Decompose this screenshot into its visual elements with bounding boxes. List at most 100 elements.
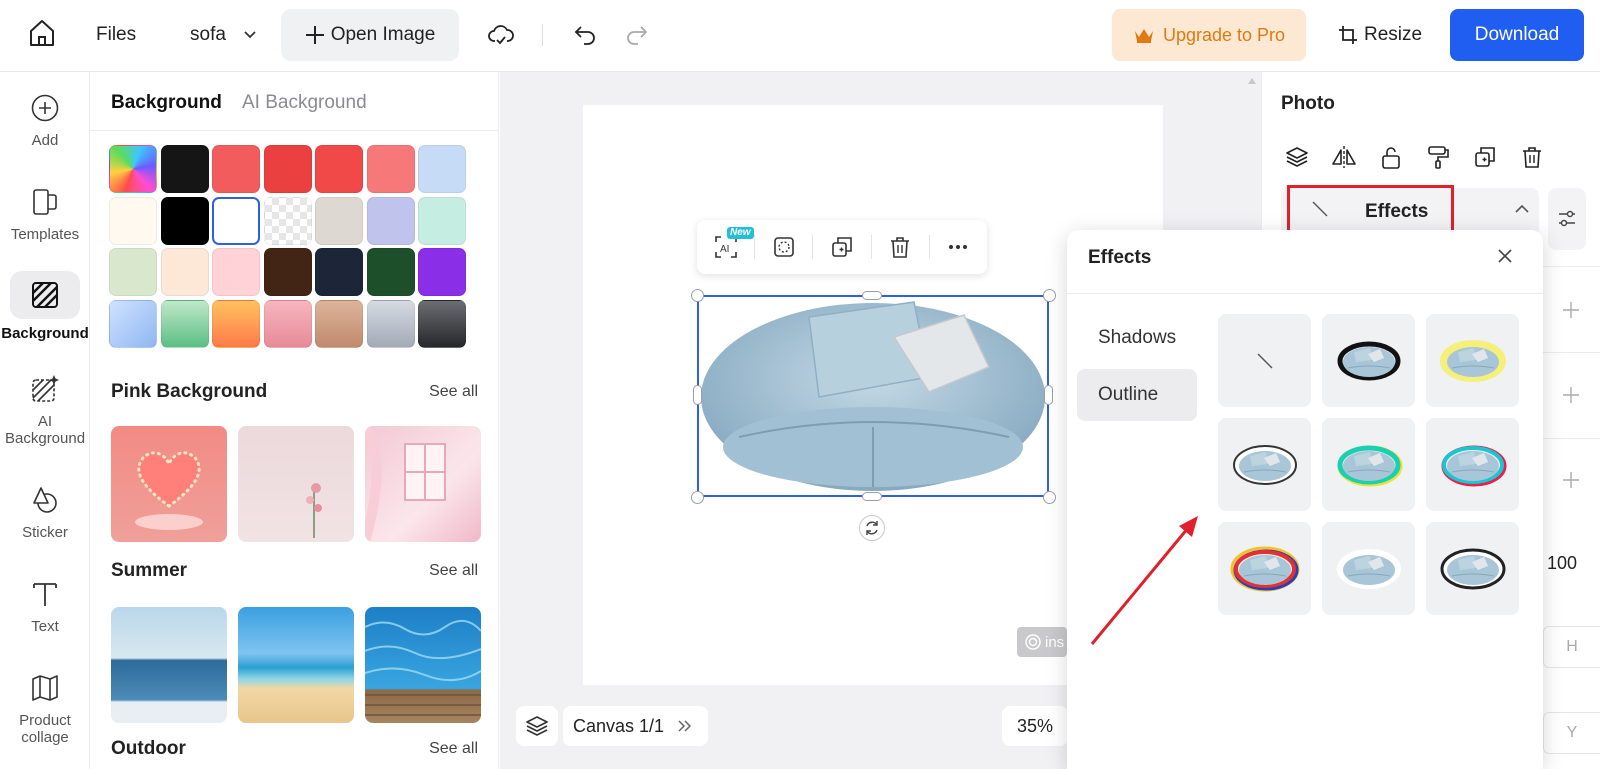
color-swatch[interactable] [315, 248, 363, 296]
home-icon[interactable] [28, 18, 56, 48]
resize-button[interactable]: Resize [1338, 9, 1422, 61]
summer-pool-thumbnail[interactable] [365, 607, 481, 723]
nav-item-ai-background[interactable]: AI Background [0, 371, 90, 447]
color-swatch[interactable] [212, 145, 260, 193]
nav-item-background[interactable]: Background [0, 271, 90, 342]
color-swatch[interactable] [160, 196, 209, 245]
color-swatch[interactable] [160, 248, 209, 296]
color-swatch[interactable] [160, 299, 209, 348]
resize-handle-left[interactable] [693, 385, 702, 405]
effect-option-none[interactable] [1218, 314, 1311, 407]
redo-icon[interactable] [625, 22, 649, 46]
remove-background-button[interactable] [755, 220, 812, 274]
resize-handle-bottom[interactable] [862, 492, 882, 501]
color-swatch[interactable] [109, 145, 157, 193]
color-swatch[interactable] [109, 299, 157, 348]
color-swatch[interactable] [418, 248, 466, 296]
nav-item-templates[interactable]: Templates [0, 184, 90, 243]
resize-handle-top[interactable] [862, 291, 882, 300]
color-swatch[interactable] [315, 299, 363, 348]
open-image-button[interactable]: Open Image [281, 9, 459, 61]
upgrade-to-pro-button[interactable]: Upgrade to Pro [1112, 9, 1306, 61]
zoom-level[interactable]: 35% [1002, 706, 1068, 746]
add-effect-plus-icon[interactable] [1558, 297, 1584, 323]
resize-handle-bottom-right[interactable] [1043, 491, 1056, 504]
ai-tools-button[interactable]: AI New [697, 220, 754, 274]
add-effect-plus-icon[interactable] [1558, 467, 1584, 493]
color-swatch[interactable] [109, 196, 157, 245]
color-swatch[interactable] [263, 145, 312, 193]
tab-ai-background[interactable]: AI Background [242, 92, 367, 114]
color-swatch[interactable] [160, 145, 209, 193]
color-swatch[interactable] [366, 145, 415, 193]
more-options-button[interactable] [930, 220, 987, 274]
tab-shadows[interactable]: Shadows [1077, 312, 1197, 364]
effect-option-dark-outline[interactable] [1426, 522, 1519, 615]
files-menu[interactable]: Files [96, 24, 136, 46]
layers-order-icon[interactable] [1283, 143, 1311, 171]
see-all-outdoor-link[interactable]: See all [429, 740, 478, 758]
flip-icon[interactable] [1330, 143, 1358, 171]
download-button[interactable]: Download [1450, 9, 1584, 61]
lock-icon[interactable] [1377, 143, 1405, 171]
color-swatch[interactable] [212, 248, 260, 296]
adjustments-button[interactable] [1548, 188, 1586, 250]
effect-option-rainbow-outline[interactable] [1218, 522, 1311, 615]
tab-background[interactable]: Background [111, 92, 222, 114]
color-swatch[interactable] [263, 248, 312, 296]
canvas-pager[interactable]: Canvas 1/1 [563, 706, 708, 746]
pink-flower-thumbnail[interactable] [238, 426, 354, 542]
y-position-field[interactable]: Y [1543, 712, 1600, 754]
resize-handle-top-right[interactable] [1043, 289, 1056, 302]
effect-option-black-outline[interactable] [1322, 314, 1415, 407]
effect-option-white-outline[interactable] [1322, 522, 1415, 615]
cloud-save-icon[interactable] [488, 22, 514, 48]
add-effect-plus-icon[interactable] [1558, 382, 1584, 408]
opacity-value[interactable]: 100 [1547, 553, 1577, 574]
height-field[interactable]: H [1543, 626, 1600, 668]
resize-handle-bottom-left[interactable] [691, 491, 704, 504]
tab-outline[interactable]: Outline [1077, 369, 1197, 421]
see-all-summer-link[interactable]: See all [429, 562, 478, 580]
color-swatch[interactable] [366, 248, 415, 296]
rotate-handle[interactable] [859, 515, 885, 541]
paint-roller-icon[interactable] [1424, 143, 1452, 171]
scroll-up-arrow[interactable] [1248, 78, 1256, 84]
filename-dropdown[interactable]: sofa [190, 24, 256, 46]
duplicate-layer-icon[interactable] [1471, 143, 1499, 171]
effect-option-thin-outline[interactable] [1218, 418, 1311, 511]
duplicate-button[interactable] [813, 220, 870, 274]
color-swatch[interactable] [366, 299, 415, 348]
summer-sea-thumbnail[interactable] [111, 607, 227, 723]
effect-option-multicolor-outline[interactable] [1322, 418, 1415, 511]
color-swatch[interactable] [418, 145, 466, 193]
effect-option-cyan-red-outline[interactable] [1426, 418, 1519, 511]
nav-item-text[interactable]: Text [0, 576, 90, 635]
color-swatch[interactable] [212, 299, 260, 348]
color-swatch[interactable] [418, 299, 466, 348]
chevron-up-icon[interactable] [1515, 204, 1529, 213]
color-swatch[interactable] [315, 196, 363, 245]
effect-option-yellow-glow[interactable] [1426, 314, 1519, 407]
resize-handle-top-left[interactable] [691, 289, 704, 302]
color-swatch[interactable] [366, 196, 415, 245]
color-swatch[interactable] [109, 248, 157, 296]
resize-handle-right[interactable] [1044, 385, 1053, 405]
nav-item-sticker[interactable]: Sticker [0, 482, 90, 541]
color-swatch[interactable] [212, 196, 260, 245]
nav-item-product-collage[interactable]: Product collage [0, 670, 90, 746]
see-all-pink-link[interactable]: See all [429, 383, 478, 401]
color-swatch[interactable] [263, 299, 312, 348]
color-swatch[interactable] [315, 145, 363, 193]
undo-icon[interactable] [573, 22, 597, 46]
delete-button[interactable] [872, 220, 929, 274]
pink-heart-thumbnail[interactable] [111, 426, 227, 542]
color-swatch[interactable] [418, 196, 466, 245]
color-swatch[interactable] [263, 196, 312, 245]
close-icon[interactable] [1495, 246, 1515, 266]
pink-window-thumbnail[interactable] [365, 426, 481, 542]
summer-beach-thumbnail[interactable] [238, 607, 354, 723]
layers-button[interactable] [516, 706, 558, 746]
nav-item-add[interactable]: Add [0, 90, 90, 149]
trash-icon[interactable] [1518, 143, 1546, 171]
